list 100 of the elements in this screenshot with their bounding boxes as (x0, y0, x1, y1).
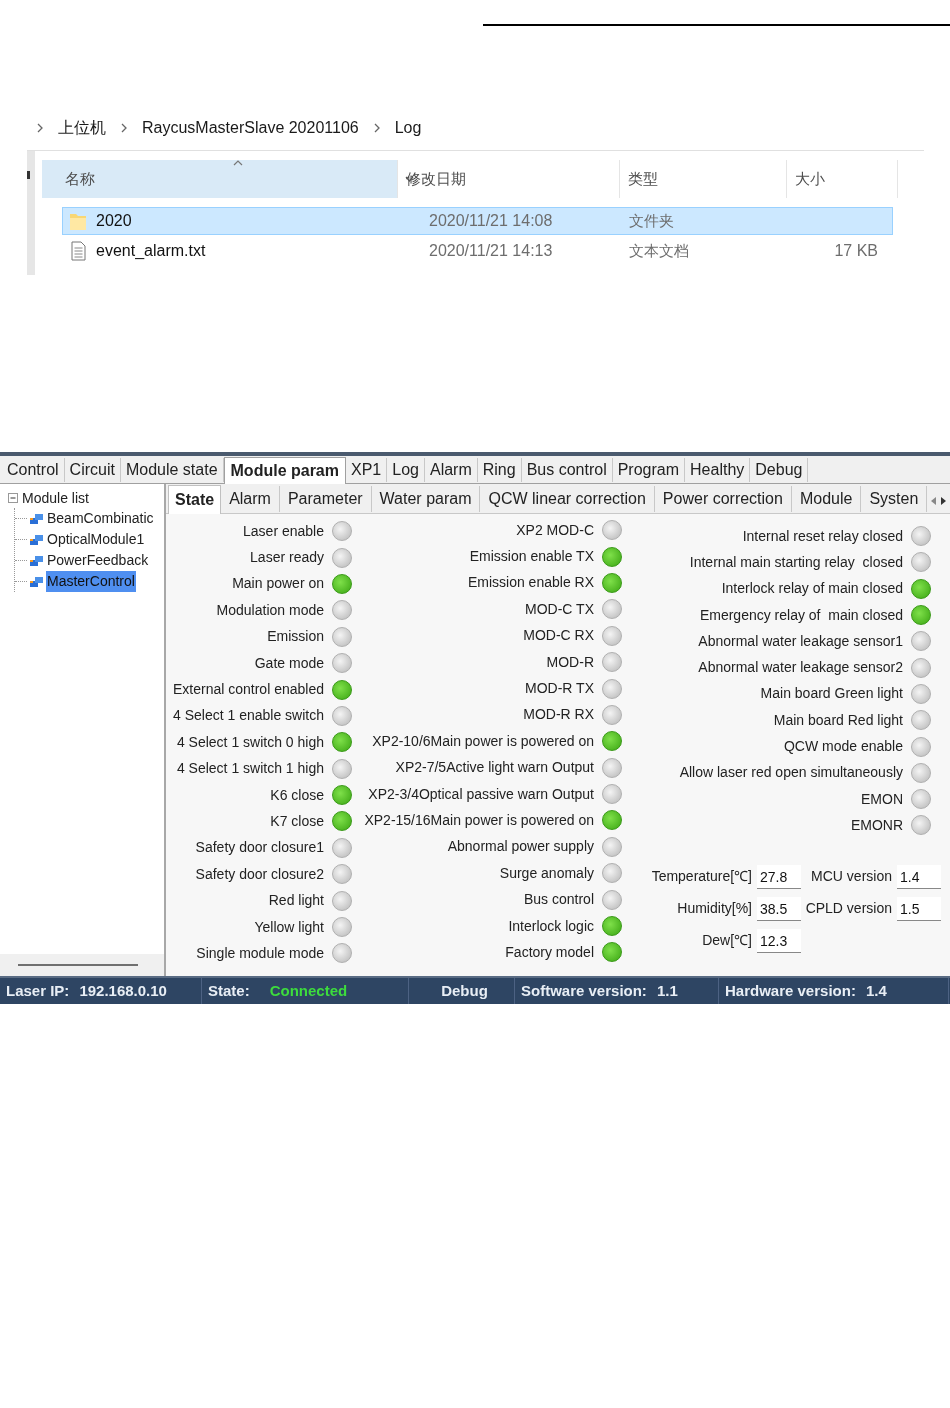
status-label: Software version: (521, 980, 647, 1001)
tab[interactable]: Alarm (221, 486, 280, 512)
indicator-label: XP2-3/4Optical passive warn Output (368, 784, 594, 804)
indicator-label: External control enabled (173, 680, 324, 700)
status-value: Connected (269, 980, 348, 1001)
indicator-label: 4 Select 1 switch 1 high (176, 759, 324, 779)
status-label: Laser IP: (6, 980, 70, 1001)
indicator-label: Yellow light (254, 917, 324, 937)
indicator-label: Safety door closure1 (195, 838, 324, 858)
indicator-label: Main power on (232, 574, 324, 594)
indicator-label: Modulation mode (216, 600, 324, 620)
tab[interactable]: Log (387, 458, 425, 482)
breadcrumb-item[interactable]: Log (394, 116, 422, 140)
tab[interactable]: State (168, 485, 222, 514)
indicator-label: Abnormal water leakage sensor1 (698, 631, 903, 651)
tree-root-label[interactable]: Module list (22, 487, 89, 509)
indicator-label: Abnormal water leakage sensor2 (698, 658, 903, 678)
tree-item[interactable]: OpticalModule1 (46, 529, 146, 550)
indicator-label: K6 close (270, 785, 324, 805)
indicator-label: MOD-C TX (525, 599, 594, 619)
indicator-label: Safety door closure2 (195, 864, 324, 884)
tab[interactable]: Alarm (424, 458, 478, 482)
file-name: event_alarm.txt (96, 241, 206, 261)
indicator-label: Laser ready (250, 548, 324, 568)
tab[interactable]: XP1 (346, 458, 388, 482)
field-label: Temperature[℃] (651, 867, 752, 887)
file-name: 2020 (96, 211, 132, 231)
value-field[interactable]: 38.5 (757, 896, 801, 921)
date-modified: 2020/11/21 14:13 (429, 241, 554, 261)
tree-item[interactable]: BeamCombinatic (46, 508, 155, 529)
tree-item[interactable]: PowerFeedback (46, 550, 150, 571)
indicator-label: Main board Green light (760, 684, 903, 704)
indicator-label: Bus control (523, 890, 594, 910)
breadcrumb-item[interactable]: RaycusMasterSlave 20201106 (142, 116, 359, 140)
tab[interactable]: Control (2, 458, 65, 482)
indicator-label: XP2-7/5Active light warn Output (395, 758, 594, 778)
indicator-label: Gate mode (254, 653, 324, 673)
indicator-label: EMON (861, 789, 903, 809)
file-row[interactable]: 2020 2020/11/21 14:08 文件夹 (62, 207, 893, 235)
status-value: 1.4 (865, 980, 887, 1001)
indicator-label: Emission enable RX (467, 573, 594, 593)
value-field[interactable]: 12.3 (757, 928, 801, 953)
indicator-label: Interlock logic (508, 916, 594, 936)
indicator-label: Internal main starting relay closed (689, 552, 903, 572)
indicator-label: XP2-15/16Main power is powered on (364, 811, 594, 830)
field-label: CPLD version (805, 899, 892, 919)
indicator-label: Internal reset relay closed (742, 526, 903, 546)
indicator-label: 4 Select 1 switch 0 high (176, 732, 324, 752)
tab[interactable]: Module (791, 486, 862, 512)
tab[interactable]: Circuit (64, 458, 121, 482)
status-label: Hardware version: (725, 980, 856, 1001)
value-field[interactable]: 1.4 (897, 864, 941, 889)
indicator-label: Emission (267, 627, 324, 647)
file-size: 17 KB (834, 241, 878, 261)
field-label: Humidity[%] (677, 899, 752, 919)
tab[interactable]: Systen (861, 486, 928, 512)
tab[interactable]: Power correction (654, 486, 792, 512)
file-row[interactable]: event_alarm.txt 2020/11/21 14:13 文本文档 17 KB (62, 237, 893, 265)
indicator-label: Single module mode (196, 943, 324, 963)
value-field[interactable]: 27.8 (757, 864, 801, 889)
status-value: 192.168.0.10 (79, 980, 167, 1001)
indicator-label: K7 close (270, 812, 324, 831)
status-label: Debug (441, 980, 488, 1001)
indicator-label: Factory model (505, 942, 594, 962)
indicator-label: Emergency relay of main closed (699, 605, 903, 625)
tab[interactable]: Healthy (685, 458, 751, 482)
breadcrumb-item[interactable]: 上位机 (58, 116, 106, 140)
indicator-label: Main board Red light (773, 710, 903, 730)
indicator-label: Abnormal power supply (447, 837, 594, 857)
tree-item[interactable]: MasterControl (46, 571, 136, 592)
date-modified: 2020/11/21 14:08 (429, 211, 554, 231)
tab[interactable]: Water param (371, 486, 481, 512)
tab[interactable]: Module param (223, 457, 346, 484)
tab[interactable]: Parameter (279, 486, 372, 512)
value-field[interactable]: 1.5 (897, 896, 941, 921)
file-type: 文件夹 (629, 212, 674, 229)
indicator-label: MOD-R TX (525, 679, 594, 699)
indicator-label: Surge anomaly (499, 863, 594, 883)
field-label: MCU version (811, 867, 892, 887)
tab[interactable]: Debug (750, 458, 809, 482)
tab[interactable]: Bus control (521, 458, 613, 482)
indicator-label: QCW mode enable (783, 737, 903, 756)
tab[interactable]: Module state (120, 458, 224, 482)
indicator-label: MOD-C RX (523, 626, 594, 646)
file-type: 文本文档 (629, 242, 689, 259)
tab[interactable]: Ring (477, 458, 522, 482)
tab[interactable]: Program (612, 458, 686, 482)
indicator-label: EMONR (850, 815, 903, 835)
indicator-label: Red light (268, 891, 324, 911)
status-value: 1.1 (656, 980, 678, 1001)
indicator-label: MOD-R RX (523, 705, 594, 725)
indicator-label: Laser enable (243, 521, 324, 541)
tab[interactable]: QCW linear correction (480, 486, 655, 512)
status-label: State: (208, 980, 250, 1001)
indicator-label: Allow laser red open simultaneously (679, 763, 903, 783)
indicator-label: Emission enable TX (469, 547, 594, 567)
indicator-label: Interlock relay of main closed (721, 579, 903, 599)
indicator-label: 4 Select 1 enable switch (173, 706, 324, 726)
field-label: Dew[℃] (702, 931, 752, 951)
indicator-label: XP2-10/6Main power is powered on (372, 731, 594, 751)
